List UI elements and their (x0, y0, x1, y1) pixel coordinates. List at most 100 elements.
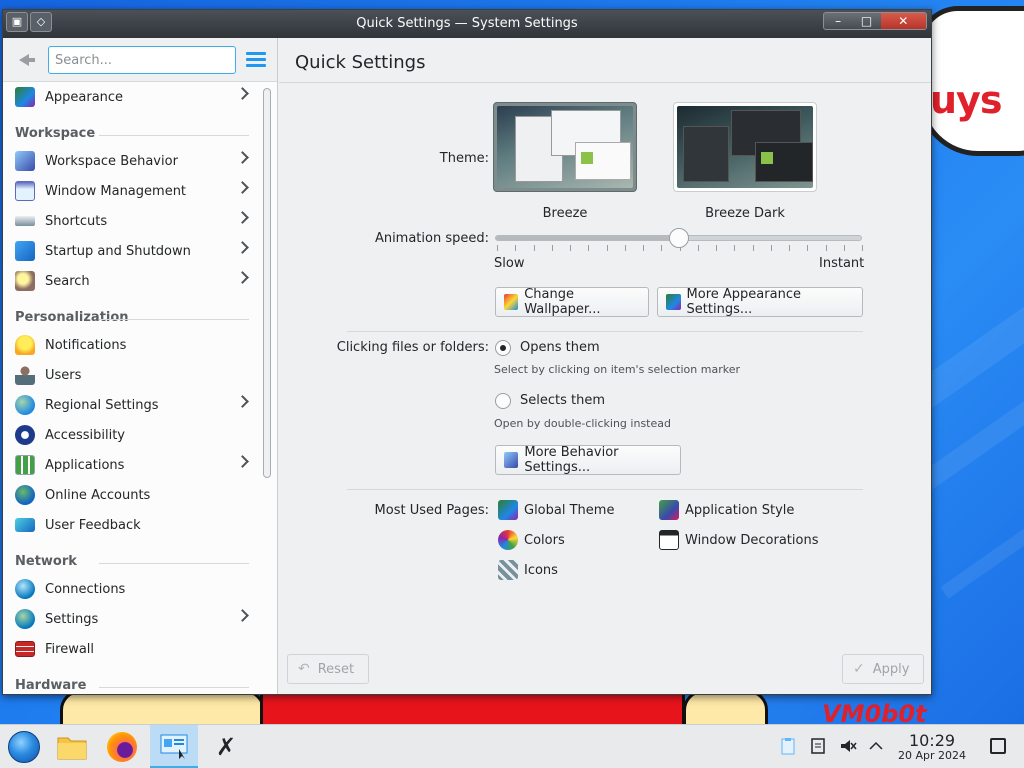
sidebar-item-label: Settings (45, 611, 99, 627)
chevron-right-icon (236, 609, 249, 622)
window-controls: – □ ✕ (823, 12, 927, 30)
taskbar-firefox[interactable] (98, 725, 146, 768)
main-content: Quick Settings Theme: Breeze Breeze Dark… (279, 38, 931, 694)
most-used-application-style[interactable]: Application Style (659, 500, 794, 520)
slider-tick (624, 245, 626, 251)
sidebar-item-user-feedback[interactable]: User Feedback (3, 510, 261, 540)
reset-label: Reset (317, 661, 355, 677)
window-titlebar[interactable]: ▣ ◇ Quick Settings — System Settings – □… (3, 10, 931, 38)
sidebar-item-notifications[interactable]: Notifications (3, 330, 261, 360)
sidebar-item-label: Users (45, 367, 82, 383)
opens-them-radio[interactable] (495, 340, 511, 356)
slider-tick (643, 245, 644, 251)
chevron-right-icon (236, 181, 249, 194)
sidebar-item-online-accounts[interactable]: Online Accounts (3, 480, 261, 510)
slider-tick (862, 245, 863, 251)
taskbar-system-settings[interactable] (150, 725, 198, 768)
online-accounts-icon (15, 485, 35, 505)
notes-icon[interactable] (809, 737, 827, 755)
sidebar-item-network-settings[interactable]: Settings (3, 604, 261, 634)
most-used-colors[interactable]: Colors (498, 530, 565, 550)
taskbar: ✗ 10:29 20 Apr 2024 (0, 724, 1024, 768)
sidebar-item-regional-settings[interactable]: Regional Settings (3, 390, 261, 420)
slider-handle[interactable] (668, 228, 689, 248)
apply-button[interactable]: ✓ Apply (842, 654, 924, 684)
slider-tick (661, 245, 663, 251)
sidebar-item-startup-shutdown[interactable]: Startup and Shutdown (3, 236, 261, 266)
more-behavior-settings-button[interactable]: More Behavior Settings... (495, 445, 681, 475)
folder-icon (57, 737, 87, 760)
selects-them-hint: Open by double-clicking instead (494, 417, 671, 430)
selects-them-label[interactable]: Selects them (520, 393, 605, 408)
wallpaper-bubble-text: uys (930, 78, 1002, 122)
sidebar-item-shortcuts[interactable]: Shortcuts (3, 206, 261, 236)
startup-icon (15, 241, 35, 261)
sidebar-item-users[interactable]: Users (3, 360, 261, 390)
chevron-right-icon (236, 151, 249, 164)
sidebar-item-label: Search (45, 273, 90, 289)
sidebar-item-label: Workspace Behavior (45, 153, 178, 169)
selects-them-radio[interactable] (495, 393, 511, 409)
sidebar-item-appearance[interactable]: Appearance (3, 82, 261, 112)
user-icon (15, 365, 35, 385)
chevron-right-icon (236, 211, 249, 224)
slider-tick (789, 245, 790, 251)
change-wallpaper-button[interactable]: Change Wallpaper... (495, 287, 649, 317)
slider-max-label: Instant (819, 256, 865, 271)
globe-icon (15, 395, 35, 415)
slider-tick (807, 245, 809, 251)
slider-tick (734, 245, 736, 251)
chevron-up-icon[interactable] (867, 737, 885, 755)
minimize-button[interactable]: – (824, 13, 852, 29)
maximize-button[interactable]: □ (852, 13, 880, 29)
slider-tick (497, 245, 498, 251)
taskbar-file-manager[interactable] (48, 725, 96, 768)
wallpaper-watermark: VM0b0t (822, 700, 927, 724)
sidebar-item-connections[interactable]: Connections (3, 574, 261, 604)
theme-card-breeze-dark[interactable] (673, 102, 817, 192)
most-used-label: Most Used Pages: (374, 503, 489, 518)
sidebar-item-firewall[interactable]: Firewall (3, 634, 261, 664)
sidebar-item-label: Applications (45, 457, 125, 473)
taskbar-x-app[interactable]: ✗ (202, 725, 250, 768)
search-input[interactable] (48, 46, 236, 74)
back-icon[interactable] (17, 52, 37, 68)
animation-speed-label: Animation speed: (374, 231, 489, 246)
theme-card-breeze[interactable] (493, 102, 637, 192)
reset-icon: ↶ (298, 661, 310, 677)
sidebar-item-label: Shortcuts (45, 213, 108, 229)
sidebar-item-applications[interactable]: Applications (3, 450, 261, 480)
slider-tick (570, 245, 571, 251)
most-used-global-theme[interactable]: Global Theme (498, 500, 614, 520)
hamburger-menu-icon[interactable] (246, 52, 266, 68)
more-appearance-settings-button[interactable]: More Appearance Settings... (657, 287, 863, 317)
clock-date[interactable]: 20 Apr 2024 (890, 749, 974, 762)
chevron-right-icon (236, 271, 249, 284)
show-desktop-button[interactable] (990, 738, 1006, 754)
most-used-label-text: Window Decorations (685, 532, 819, 548)
clipboard-icon[interactable] (779, 737, 797, 755)
most-used-window-decorations[interactable]: Window Decorations (659, 530, 819, 550)
reset-button[interactable]: ↶ Reset (287, 654, 369, 684)
global-theme-icon (498, 500, 518, 520)
sidebar-item-window-management[interactable]: Window Management (3, 176, 261, 206)
sidebar-item-label: Startup and Shutdown (45, 243, 191, 259)
keyboard-icon (15, 216, 35, 226)
start-menu-button[interactable] (0, 725, 48, 768)
chevron-right-icon (236, 395, 249, 408)
opens-them-label[interactable]: Opens them (520, 340, 600, 355)
sidebar-item-search[interactable]: Search (3, 266, 261, 296)
slider-tick (515, 245, 517, 251)
check-icon: ✓ (853, 661, 865, 677)
slider-tick (551, 245, 553, 251)
sidebar-item-workspace-behavior[interactable]: Workspace Behavior (3, 146, 261, 176)
most-used-icons[interactable]: Icons (498, 560, 558, 580)
clock-time[interactable]: 10:29 (900, 731, 964, 750)
sidebar-scrollbar[interactable] (263, 88, 271, 478)
close-button[interactable]: ✕ (880, 13, 926, 29)
sidebar-item-accessibility[interactable]: Accessibility (3, 420, 261, 450)
most-used-label-text: Global Theme (524, 502, 615, 518)
volume-muted-icon[interactable] (839, 737, 857, 755)
search-icon (15, 271, 35, 291)
more-behavior-label: More Behavior Settings... (524, 445, 619, 475)
